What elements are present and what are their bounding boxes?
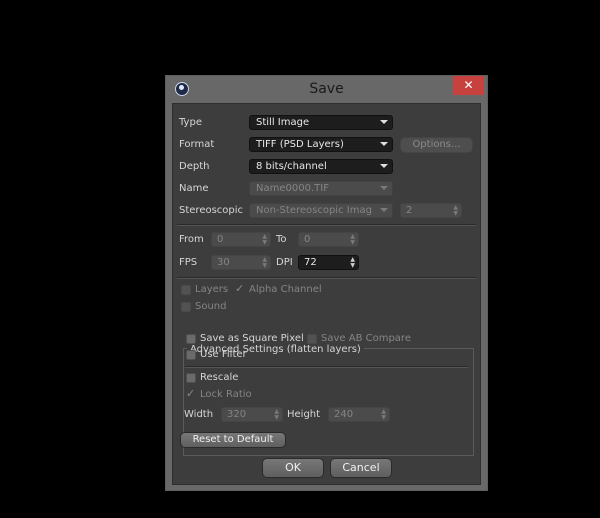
use-filter-checkbox[interactable] bbox=[186, 350, 196, 360]
separator bbox=[185, 366, 468, 368]
separator bbox=[177, 224, 476, 226]
fps-label: FPS bbox=[179, 257, 198, 268]
from-label: From bbox=[179, 234, 204, 245]
format-dropdown[interactable]: TIFF (PSD Layers) bbox=[249, 137, 393, 152]
stepper-arrows-icon: ▲ ▼ bbox=[381, 408, 386, 421]
chevron-down-icon bbox=[380, 208, 388, 212]
title-bar[interactable]: Save ✕ bbox=[166, 76, 487, 102]
width-value: 320 bbox=[227, 409, 247, 420]
stepper-arrows-icon: ▲ ▼ bbox=[262, 256, 267, 269]
name-label: Name bbox=[179, 183, 209, 194]
alpha-channel-label: Alpha Channel bbox=[249, 284, 322, 295]
fps-value: 30 bbox=[217, 257, 230, 268]
type-value: Still Image bbox=[256, 117, 310, 128]
save-square-pixel-checkbox[interactable] bbox=[186, 334, 196, 344]
height-stepper[interactable]: 240 ▲ ▼ bbox=[328, 407, 390, 422]
depth-dropdown[interactable]: 8 bits/channel bbox=[249, 159, 393, 174]
stereoscopic-count-stepper[interactable]: 2 ▲ ▼ bbox=[400, 203, 462, 218]
height-label: Height bbox=[287, 409, 321, 420]
fps-stepper[interactable]: 30 ▲ ▼ bbox=[211, 255, 271, 270]
chevron-down-icon bbox=[380, 120, 388, 124]
cancel-button[interactable]: Cancel bbox=[330, 458, 392, 478]
dialog-title: Save bbox=[309, 81, 344, 97]
stereoscopic-label: Stereoscopic bbox=[179, 205, 244, 216]
type-dropdown[interactable]: Still Image bbox=[249, 115, 393, 130]
depth-value: 8 bits/channel bbox=[256, 161, 327, 172]
stepper-arrows-icon: ▲ ▼ bbox=[350, 233, 355, 246]
checkmark-icon[interactable]: ✓ bbox=[235, 283, 244, 294]
to-label: To bbox=[276, 234, 287, 245]
chevron-down-icon bbox=[380, 186, 388, 190]
dpi-value: 72 bbox=[304, 257, 317, 268]
save-ab-compare-label: Save AB Compare bbox=[321, 333, 411, 344]
sound-label: Sound bbox=[195, 301, 227, 312]
stepper-arrows-icon: ▲ ▼ bbox=[262, 233, 267, 246]
stereoscopic-value: Non-Stereoscopic Imag bbox=[256, 205, 372, 216]
reset-to-default-button[interactable]: Reset to Default bbox=[180, 432, 286, 448]
settings-panel: Type Still Image Format TIFF (PSD Layers… bbox=[172, 103, 481, 485]
width-stepper[interactable]: 320 ▲ ▼ bbox=[221, 407, 283, 422]
options-button[interactable]: Options... bbox=[400, 137, 473, 153]
separator bbox=[177, 277, 476, 279]
type-label: Type bbox=[179, 117, 202, 128]
save-dialog: Save ✕ Type Still Image Format TIFF (PSD… bbox=[165, 75, 488, 491]
rescale-checkbox[interactable] bbox=[186, 373, 196, 383]
ok-button[interactable]: OK bbox=[262, 458, 324, 478]
save-ab-compare-checkbox[interactable] bbox=[307, 334, 317, 344]
dpi-label: DPI bbox=[276, 257, 293, 268]
from-value: 0 bbox=[217, 234, 224, 245]
dpi-stepper[interactable]: 72 ▲ ▼ bbox=[298, 255, 359, 270]
rescale-label: Rescale bbox=[200, 372, 239, 383]
to-stepper[interactable]: 0 ▲ ▼ bbox=[298, 232, 359, 247]
to-value: 0 bbox=[304, 234, 311, 245]
height-value: 240 bbox=[334, 409, 354, 420]
close-button[interactable]: ✕ bbox=[453, 76, 484, 95]
stepper-arrows-icon: ▲ ▼ bbox=[274, 408, 279, 421]
sound-checkbox[interactable] bbox=[181, 302, 191, 312]
save-square-pixel-label: Save as Square Pixel bbox=[200, 333, 304, 344]
stereoscopic-count-value: 2 bbox=[406, 205, 413, 216]
name-dropdown[interactable]: Name0000.TIF bbox=[249, 181, 393, 196]
use-filter-label: Use Filter bbox=[200, 349, 247, 360]
name-value: Name0000.TIF bbox=[256, 183, 329, 194]
stepper-arrows-icon: ▲ ▼ bbox=[453, 204, 458, 217]
format-label: Format bbox=[179, 139, 215, 150]
layers-label: Layers bbox=[195, 284, 229, 295]
checkmark-icon[interactable]: ✓ bbox=[186, 388, 195, 399]
stereoscopic-dropdown[interactable]: Non-Stereoscopic Imag bbox=[249, 203, 393, 218]
chevron-down-icon bbox=[380, 142, 388, 146]
width-label: Width bbox=[184, 409, 214, 420]
depth-label: Depth bbox=[179, 161, 210, 172]
lock-ratio-label: Lock Ratio bbox=[200, 389, 252, 400]
from-stepper[interactable]: 0 ▲ ▼ bbox=[211, 232, 271, 247]
chevron-down-icon bbox=[380, 164, 388, 168]
stepper-arrows-icon: ▲ ▼ bbox=[350, 256, 355, 269]
format-value: TIFF (PSD Layers) bbox=[256, 139, 344, 150]
layers-checkbox[interactable] bbox=[181, 285, 191, 295]
